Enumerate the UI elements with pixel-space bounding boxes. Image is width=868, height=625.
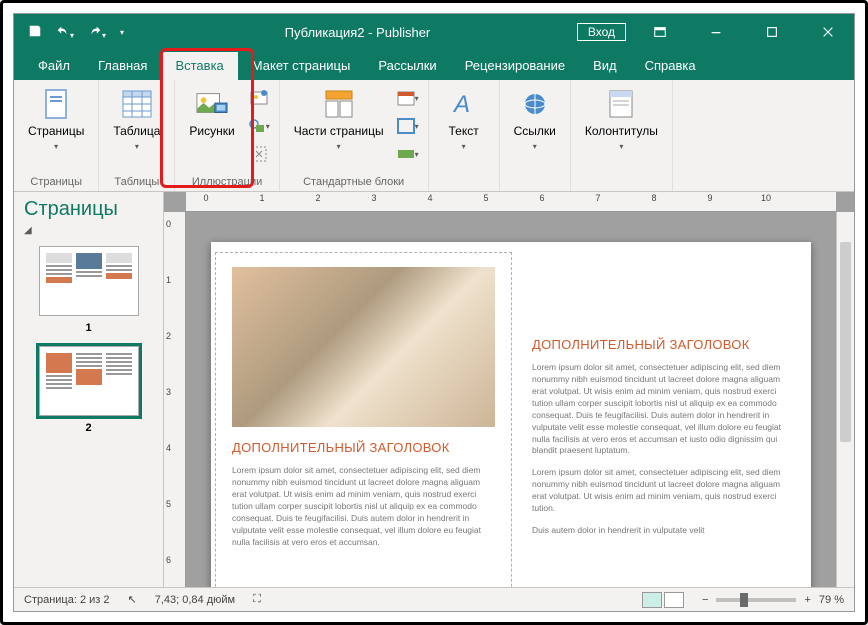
doc-body-3: Lorem ipsum dolor sit amet, consectetuer…	[532, 467, 795, 515]
links-label: Ссылки	[514, 124, 556, 138]
headerfooter-button[interactable]: Колонтитулы ▾	[579, 84, 664, 155]
pictures-label: Рисунки	[189, 124, 234, 138]
ruler-vertical: 01234567	[164, 212, 186, 587]
text-button[interactable]: A Текст ▾	[437, 84, 491, 155]
thumb-1-number: 1	[24, 322, 153, 334]
zoom-out-button[interactable]: −	[702, 594, 708, 606]
qat-customize-icon[interactable]: ▾	[120, 28, 124, 37]
tab-help[interactable]: Справка	[631, 52, 710, 80]
doc-body-1: Lorem ipsum dolor sit amet, consectetuer…	[232, 465, 495, 548]
pictures-icon	[196, 88, 228, 120]
signin-button[interactable]: Вход	[577, 23, 626, 41]
table-icon	[121, 88, 153, 120]
tab-home[interactable]: Главная	[84, 52, 161, 80]
group-buildingblocks-label: Стандартные блоки	[288, 174, 420, 191]
tab-view[interactable]: Вид	[579, 52, 631, 80]
picture-placeholder-button[interactable]	[247, 142, 271, 166]
calendars-button[interactable]: ▾	[396, 86, 420, 110]
status-size-icon: ⛶	[253, 593, 261, 606]
close-icon[interactable]	[806, 14, 850, 50]
advertisements-button[interactable]: ▾	[396, 142, 420, 166]
page-thumbnail-1[interactable]	[39, 246, 139, 316]
page-thumbnail-2[interactable]	[39, 346, 139, 416]
group-text-label	[437, 186, 491, 191]
zoom-value[interactable]: 79 %	[819, 594, 844, 606]
headerfooter-label: Колонтитулы	[585, 124, 658, 138]
online-pictures-button[interactable]	[247, 86, 271, 110]
minimize-icon[interactable]	[694, 14, 738, 50]
group-headerfooter-label	[579, 186, 664, 191]
text-icon: A	[448, 88, 480, 120]
tab-insert[interactable]: Вставка	[161, 52, 237, 80]
zoom-in-button[interactable]: +	[804, 594, 810, 606]
group-illustrations-label: Иллюстрации	[183, 174, 270, 191]
page-parts-label: Части страницы	[294, 124, 384, 138]
status-coords: 7,43; 0,84 дюйм	[155, 594, 235, 606]
ruler-horizontal: 012345678910	[186, 192, 836, 212]
save-icon[interactable]	[28, 24, 42, 41]
doc-heading-2: ДОПОЛНИТЕЛЬНЫЙ ЗАГОЛОВОК	[532, 336, 795, 354]
window-title: Публикация2 - Publisher	[138, 25, 577, 40]
group-tables-label: Таблицы	[107, 174, 166, 191]
svg-text:A: A	[452, 91, 470, 118]
tab-file[interactable]: Файл	[24, 52, 84, 80]
view-spread-button[interactable]	[664, 592, 684, 608]
sidepanel-title: Страницы	[24, 198, 153, 221]
page-image	[232, 267, 495, 427]
tab-review[interactable]: Рецензирование	[451, 52, 579, 80]
table-label: Таблица	[113, 124, 160, 138]
headerfooter-icon	[605, 88, 637, 120]
page-icon	[40, 88, 72, 120]
scrollbar-vertical[interactable]	[836, 212, 854, 587]
tab-mailings[interactable]: Рассылки	[364, 52, 450, 80]
pages-label: Страницы	[28, 124, 84, 138]
pages-button[interactable]: Страницы ▾	[22, 84, 90, 155]
maximize-icon[interactable]	[750, 14, 794, 50]
cursor-icon: ↖	[128, 593, 137, 606]
thumb-2-number: 2	[24, 422, 153, 434]
status-page[interactable]: Страница: 2 из 2	[24, 594, 110, 606]
group-pages-label: Страницы	[22, 174, 90, 191]
table-button[interactable]: Таблица ▾	[107, 84, 166, 155]
pictures-button[interactable]: Рисунки	[183, 84, 240, 142]
group-links-label	[508, 186, 562, 191]
ribbon-display-icon[interactable]	[638, 14, 682, 50]
document-page[interactable]: ДОПОЛНИТЕЛЬНЫЙ ЗАГОЛОВОК Lorem ipsum dol…	[211, 242, 811, 587]
page-parts-icon	[323, 88, 355, 120]
page-parts-button[interactable]: Части страницы ▾	[288, 84, 390, 155]
shapes-button[interactable]: ▾	[247, 114, 271, 138]
zoom-slider[interactable]	[716, 598, 796, 602]
redo-icon[interactable]: ▾	[88, 24, 106, 41]
undo-icon[interactable]: ▾	[56, 24, 74, 41]
links-button[interactable]: Ссылки ▾	[508, 84, 562, 155]
doc-body-2: Lorem ipsum dolor sit amet, consectetuer…	[532, 362, 795, 457]
text-label: Текст	[448, 124, 478, 138]
doc-heading-1: ДОПОЛНИТЕЛЬНЫЙ ЗАГОЛОВОК	[232, 439, 495, 457]
view-single-button[interactable]	[642, 592, 662, 608]
links-icon	[519, 88, 551, 120]
sidepanel-collapse-icon[interactable]: ◢	[24, 225, 153, 236]
borders-button[interactable]: ▾	[396, 114, 420, 138]
doc-body-4: Duis autem dolor in hendrerit in vulputa…	[532, 525, 795, 537]
tab-layout[interactable]: Макет страницы	[238, 52, 365, 80]
